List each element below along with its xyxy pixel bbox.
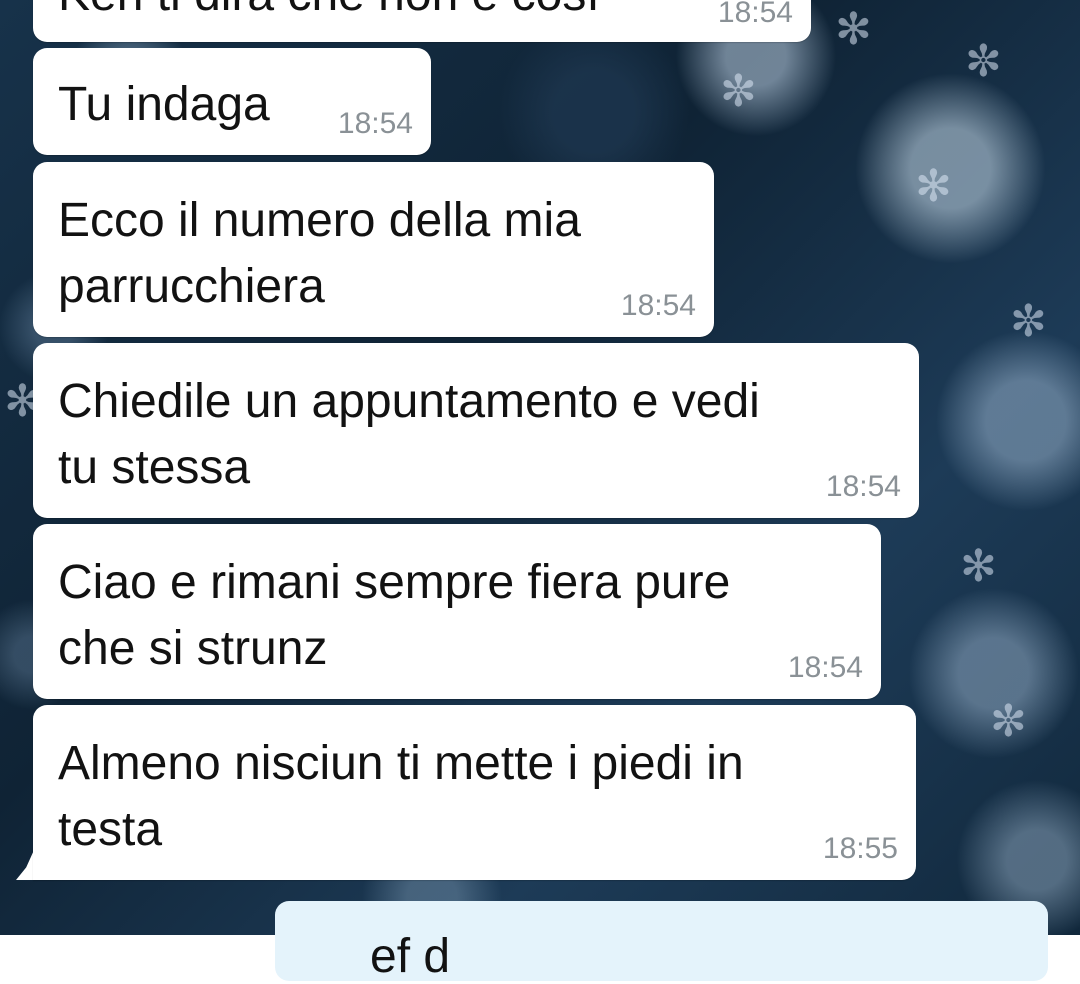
message-bubble[interactable]: Ciao e rimani sempre fiera pure che si s…	[33, 524, 881, 699]
message-text-line: tu stessa	[58, 441, 251, 494]
message-text-line: Chiedile un appuntamento e vedi	[58, 375, 760, 428]
wallpaper-snow-icon: ✼	[990, 697, 1027, 746]
message-time: 18:54	[717, 0, 793, 29]
outgoing-message-bubble[interactable]: ef d	[275, 901, 1048, 983]
wallpaper-snow-icon: ✼	[720, 67, 757, 116]
outgoing-message-text: ef d	[370, 930, 451, 983]
wallpaper-snow-icon: ✼	[1010, 297, 1047, 346]
wallpaper-snow-icon: ✼	[965, 37, 1002, 86]
wallpaper-snow-icon: ✻	[835, 5, 872, 54]
wallpaper-snow-icon: ✻	[960, 542, 997, 591]
message-text: Keh ti dirà che non è così	[58, 0, 600, 27]
message-time: 18:54	[337, 107, 413, 140]
message-bubble[interactable]: Ecco il numero della mia parrucchiera 18…	[33, 162, 714, 337]
message-bubble[interactable]: Almeno nisciun ti mette i piedi in testa…	[33, 705, 916, 880]
message-time: 18:54	[787, 651, 863, 684]
message-time: 18:54	[825, 470, 901, 503]
message-text: Tu indaga	[58, 78, 270, 131]
message-bubble[interactable]: Chiedile un appuntamento e vedi tu stess…	[33, 343, 919, 518]
message-bubble[interactable]: Keh ti dirà che non è così 18:54	[33, 0, 811, 42]
message-time: 18:55	[822, 832, 898, 865]
message-text-line: che si strunz	[58, 622, 328, 675]
message-bubble[interactable]: Tu indaga 18:54	[33, 48, 431, 155]
wallpaper-snow-icon: ✻	[915, 162, 952, 211]
message-time: 18:54	[620, 289, 696, 322]
message-text-line: testa	[58, 803, 163, 856]
message-text-line: Almeno nisciun ti mette i piedi in	[58, 737, 744, 790]
message-text-line: Ecco il numero della mia	[58, 194, 581, 247]
message-text-line: Ciao e rimani sempre fiera pure	[58, 556, 731, 609]
message-text-line: parrucchiera	[58, 260, 325, 313]
